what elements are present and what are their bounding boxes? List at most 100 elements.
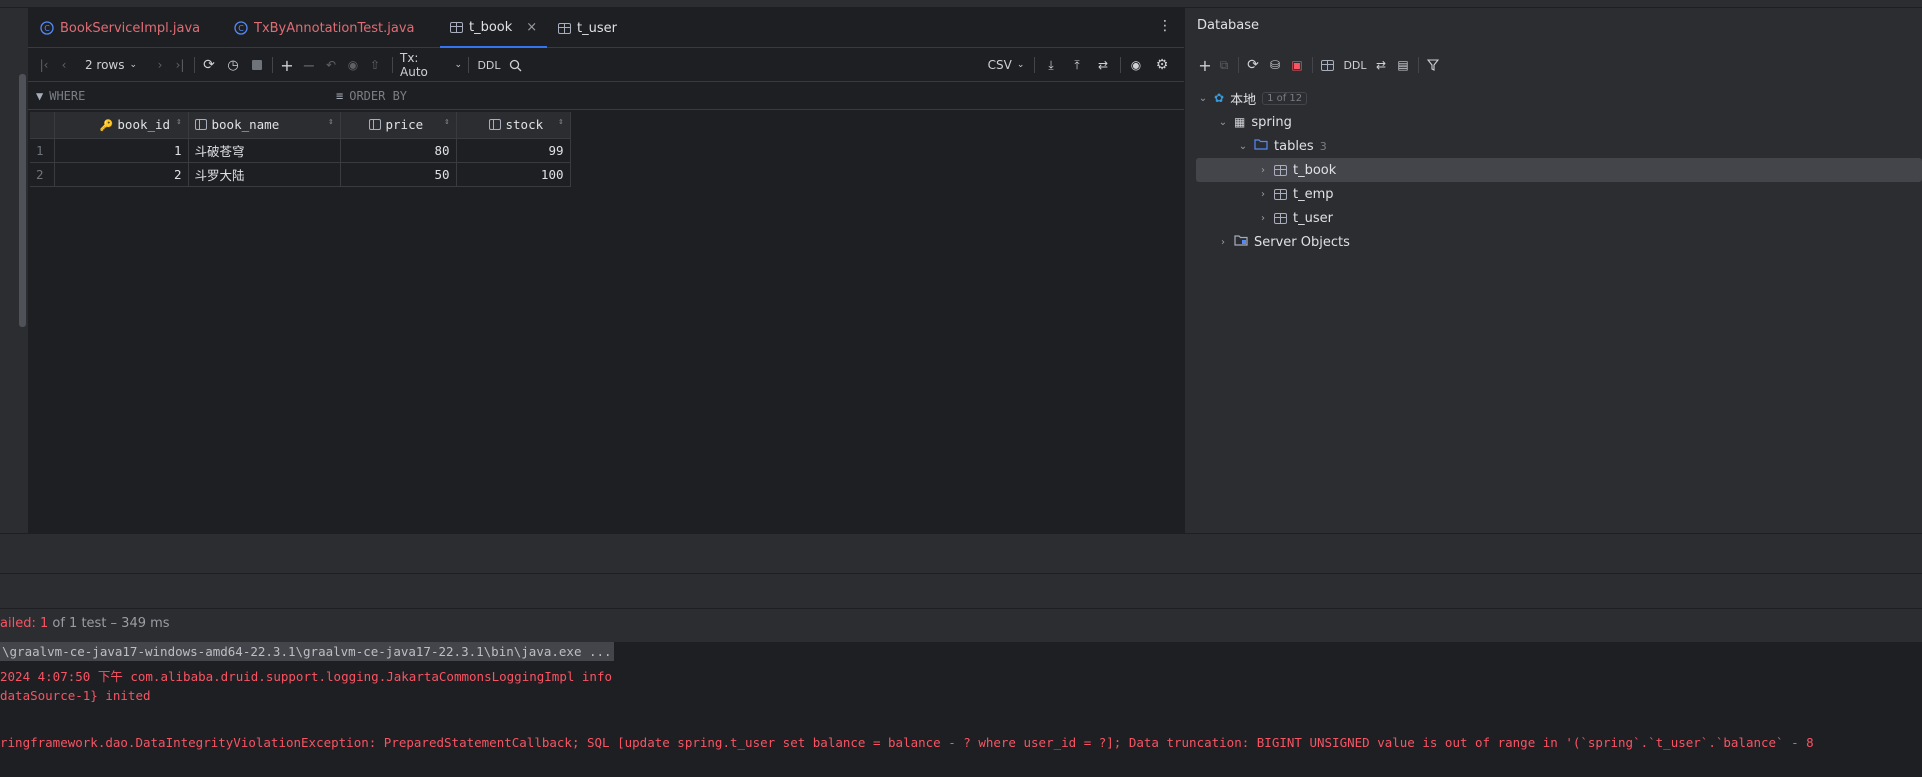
console-icon[interactable]: ▤ [1394,48,1412,82]
tree-node-server-objects[interactable]: › Server Objects [1218,230,1350,254]
refresh-icon[interactable]: ⟳ [200,48,218,82]
disconnect-icon[interactable]: ▣ [1288,48,1306,82]
chevron-down-icon[interactable]: ⌄ [1218,117,1228,128]
tree-node-t-emp[interactable]: › t_emp [1258,182,1334,206]
tab-t-user[interactable]: t_user [558,8,617,48]
sort-icon: ≡ [336,89,344,103]
cell-price[interactable]: 80 [340,138,457,163]
cell-stock[interactable]: 99 [456,138,571,163]
console-line: 2024 4:07:50 下午 com.alibaba.druid.suppor… [0,669,612,684]
chevron-right-icon[interactable]: › [1218,237,1228,248]
chevron-right-icon[interactable]: › [1258,165,1268,176]
revert-icon[interactable]: ↶ [322,48,340,82]
remove-row-icon[interactable]: − [300,48,318,82]
cell-book-name[interactable]: 斗破苍穹 [188,138,341,163]
export-format-label: CSV [987,58,1012,72]
chevron-down-icon[interactable]: ⌄ [1198,93,1208,104]
folder-icon [1254,138,1268,154]
tree-node-local[interactable]: ⌄ ✿ 本地 1 of 12 [1198,86,1308,110]
ddl-button[interactable]: DDL [476,48,502,82]
filter-icon: ▼ [36,89,44,103]
copy-icon[interactable]: ⧉ [1216,48,1232,82]
table-icon [558,22,571,34]
run-toolbar [0,573,1922,608]
datasource-properties-icon[interactable]: ⛁ [1266,48,1284,82]
previous-page-icon[interactable]: ‹ [56,48,72,82]
chevron-down-icon: ⌄ [1016,60,1025,70]
refresh-icon[interactable]: ⟳ [1244,48,1262,82]
row-number: 1 [30,138,55,163]
tab-label: TxByAnnotationTest.java [254,20,415,36]
chevron-right-icon[interactable]: › [1258,213,1268,224]
test-summary: of 1 test – 349 ms [52,616,170,631]
tab-txbyannotationtest[interactable]: C TxByAnnotationTest.java [234,8,415,48]
scrollbar[interactable] [19,74,26,327]
cell-book-name[interactable]: 斗罗大陆 [188,162,341,187]
tree-node-t-user[interactable]: › t_user [1258,206,1333,230]
table-icon[interactable] [1318,48,1336,82]
compare-icon[interactable]: ⇄ [1372,48,1390,82]
java-class-icon: C [40,21,54,35]
failed-count: 1 [39,616,49,631]
more-options-icon[interactable]: ⋮ [1158,18,1172,34]
export-format-dropdown[interactable]: CSV ⌄ [986,48,1026,82]
submit-icon[interactable]: ⇧ [366,48,384,82]
tree-node-spring[interactable]: ⌄ ▦ spring [1218,110,1292,134]
column-header-price[interactable]: price ⇕ [340,112,457,139]
tree-node-tables[interactable]: ⌄ tables 3 [1238,134,1327,158]
table-row[interactable]: 2 2 斗罗大陆 50 100 [30,162,571,187]
close-icon[interactable]: × [526,20,537,35]
cell-book-id[interactable]: 1 [54,138,189,163]
tx-mode-dropdown[interactable]: Tx: Auto ⌄ [400,48,462,82]
chevron-down-icon[interactable]: ⌄ [1238,141,1248,152]
add-row-icon[interactable]: + [278,48,296,82]
order-by-filter[interactable]: ≡ ORDER BY [336,82,736,110]
panel-title: Database [1197,18,1260,33]
add-icon[interactable]: + [1196,48,1214,82]
column-header-stock[interactable]: stock ⇕ [456,112,571,139]
chevron-right-icon[interactable]: › [1258,189,1268,200]
result-grid: 🔑 book_id ⇕ book_name ⇕ price ⇕ stock ⇕ 1 [30,112,571,187]
tab-label: t_book [469,19,513,35]
search-icon[interactable] [506,48,524,82]
filter-bar: ▼ WHERE ≡ ORDER BY [28,82,1184,110]
cell-stock[interactable]: 100 [456,162,571,187]
sort-icon[interactable]: ⇕ [176,117,181,127]
stop-icon[interactable] [248,48,266,82]
schema-count-badge: 1 of 12 [1262,91,1308,105]
where-filter[interactable]: ▼ WHERE [36,82,336,110]
top-strip [0,0,1922,8]
last-page-icon[interactable]: ›| [172,48,188,82]
tab-bookserviceimpl[interactable]: C BookServiceImpl.java [40,8,200,48]
cell-price[interactable]: 50 [340,162,457,187]
history-icon[interactable]: ◷ [224,48,242,82]
order-by-label: ORDER BY [349,89,408,103]
schema-icon: ▦ [1234,115,1246,129]
compare-icon[interactable]: ⇄ [1094,48,1112,82]
view-icon[interactable]: ◉ [1126,48,1146,82]
column-header-book-name[interactable]: book_name ⇕ [188,112,341,139]
tab-t-book[interactable]: t_book × [440,8,548,48]
cell-book-id[interactable]: 2 [54,162,189,187]
first-page-icon[interactable]: |‹ [36,48,52,82]
rows-dropdown[interactable]: 2 rows ⌄ [76,48,146,82]
preview-changes-icon[interactable]: ◉ [344,48,362,82]
table-icon [450,21,463,33]
sort-icon[interactable]: ⇕ [444,117,449,127]
tree-node-t-book[interactable]: › t_book [1258,158,1336,182]
gear-icon[interactable]: ⚙ [1152,48,1172,82]
sort-icon[interactable]: ⇕ [328,117,333,127]
sort-icon[interactable]: ⇕ [558,117,563,127]
server-objects-icon [1234,234,1248,250]
filter-icon[interactable] [1424,48,1442,82]
tree-node-label: tables [1274,138,1314,154]
upload-icon[interactable]: ⤒ [1068,48,1086,82]
table-row[interactable]: 1 1 斗破苍穹 80 99 [30,138,571,163]
ddl-button[interactable]: DDL [1342,48,1368,82]
next-page-icon[interactable]: › [152,48,168,82]
chevron-down-icon: ⌄ [129,60,138,70]
console-line: ringframework.dao.DataIntegrityViolation… [0,735,1814,750]
download-icon[interactable]: ⤓ [1042,48,1060,82]
column-header-book-id[interactable]: 🔑 book_id ⇕ [54,112,189,139]
failed-label: ailed: [0,616,36,631]
